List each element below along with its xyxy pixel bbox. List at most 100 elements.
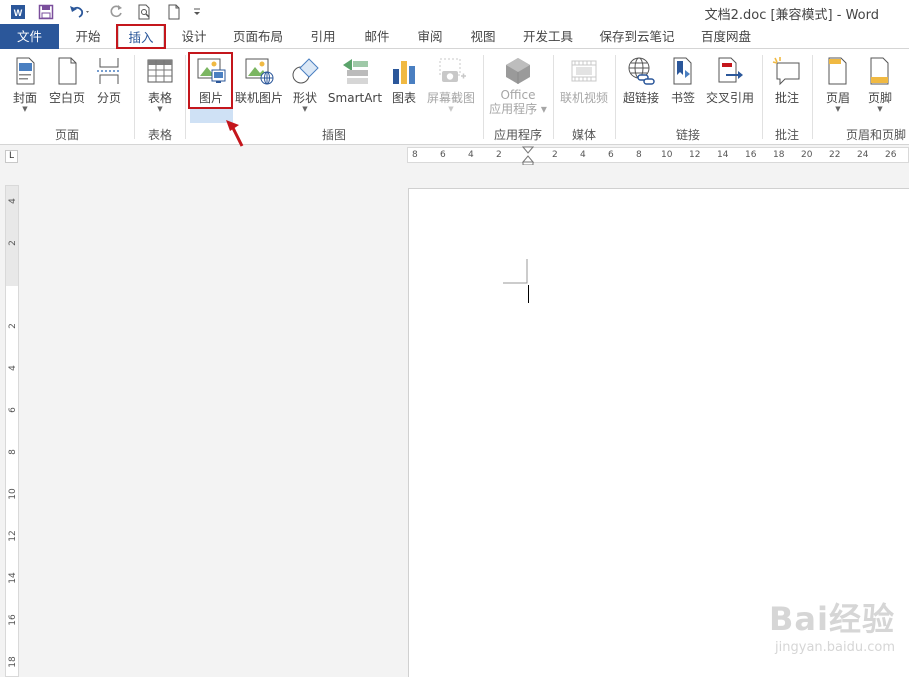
vertical-ruler[interactable]: 4 2 2 4 6 8 10 12 14 16 18 bbox=[5, 185, 19, 677]
smartart-icon bbox=[343, 59, 368, 84]
comment-button[interactable]: 批注 bbox=[767, 53, 807, 123]
page-break-button[interactable]: 分页 bbox=[90, 53, 128, 123]
print-preview-icon[interactable] bbox=[134, 2, 154, 22]
ruler-tick: 20 bbox=[801, 150, 813, 160]
undo-icon[interactable] bbox=[66, 2, 94, 22]
cover-page-button[interactable]: 封面 ▼ bbox=[6, 53, 44, 123]
group-separator bbox=[762, 55, 763, 139]
chevron-down-icon: ▼ bbox=[877, 105, 883, 113]
header-icon bbox=[828, 57, 847, 85]
screenshot-button[interactable]: 屏幕截图 ▼ bbox=[424, 53, 478, 123]
ruler-tick: 6 bbox=[440, 150, 446, 160]
group-label-apps: 应用程序 bbox=[493, 128, 542, 142]
office-apps-label: Office bbox=[500, 88, 536, 102]
page-break-icon bbox=[97, 58, 121, 84]
online-picture-icon bbox=[245, 58, 274, 85]
save-icon[interactable] bbox=[36, 2, 56, 22]
tab-references[interactable]: 引用 bbox=[302, 24, 344, 49]
ruler-tick: 2 bbox=[496, 150, 502, 160]
chart-label: 图表 bbox=[391, 91, 416, 105]
header-label: 页眉 bbox=[825, 91, 850, 105]
table-button[interactable]: 表格 ▼ bbox=[140, 53, 180, 123]
ruler-tick: 16 bbox=[745, 150, 757, 160]
ruler-tick: 8 bbox=[412, 150, 418, 160]
tab-review[interactable]: 审阅 bbox=[409, 24, 451, 49]
group-label-tables: 表格 bbox=[147, 128, 172, 142]
ruler-tick: 12 bbox=[8, 530, 18, 542]
ruler-tick: 8 bbox=[636, 150, 642, 160]
tab-view[interactable]: 视图 bbox=[462, 24, 504, 49]
cross-reference-icon bbox=[718, 57, 743, 83]
office-apps-icon bbox=[506, 58, 530, 84]
tab-design[interactable]: 设计 bbox=[174, 24, 214, 49]
ruler-tick: 24 bbox=[857, 150, 869, 160]
blank-page-button[interactable]: 空白页 bbox=[46, 53, 88, 123]
customize-qat-icon[interactable] bbox=[190, 2, 204, 22]
tab-file[interactable]: 文件 bbox=[0, 24, 59, 49]
online-video-button[interactable]: 联机视频 bbox=[557, 53, 611, 123]
footer-label: 页脚 bbox=[867, 91, 892, 105]
redo-icon[interactable] bbox=[106, 2, 126, 22]
tab-home[interactable]: 开始 bbox=[66, 24, 110, 49]
group-label-header-footer: 页眉和页脚 bbox=[846, 128, 907, 142]
ruler-tick: 12 bbox=[689, 150, 701, 160]
ruler-tick: 22 bbox=[829, 150, 841, 160]
shapes-button[interactable]: 形状 ▼ bbox=[286, 53, 324, 123]
online-picture-label: 联机图片 bbox=[234, 91, 283, 105]
new-document-icon[interactable] bbox=[164, 2, 184, 22]
smartart-label: SmartArt bbox=[327, 91, 383, 105]
group-label-links: 链接 bbox=[675, 128, 700, 142]
svg-text:W: W bbox=[14, 8, 23, 18]
ruler-tick: 2 bbox=[8, 323, 18, 329]
horizontal-ruler[interactable]: 8 6 4 2 2 4 6 8 10 12 14 16 18 20 22 24 … bbox=[407, 146, 909, 166]
picture-button-highlight-box bbox=[188, 52, 233, 109]
comment-label: 批注 bbox=[774, 91, 799, 105]
chart-button[interactable]: 图表 bbox=[386, 53, 422, 123]
online-picture-button[interactable]: 联机图片 bbox=[234, 53, 284, 123]
group-separator bbox=[483, 55, 484, 139]
table-icon bbox=[147, 59, 173, 83]
ruler-tick: 6 bbox=[608, 150, 614, 160]
ruler-tick: 26 bbox=[885, 150, 897, 160]
footer-button[interactable]: 页脚 ▼ bbox=[860, 53, 900, 123]
chevron-down-icon: ▼ bbox=[157, 105, 163, 113]
group-label-pages: 页面 bbox=[54, 128, 79, 142]
tab-save-to-cloud-note[interactable]: 保存到云笔记 bbox=[594, 24, 680, 49]
header-button[interactable]: 页眉 ▼ bbox=[818, 53, 858, 123]
watermark-brand: Bai经验 bbox=[769, 600, 895, 638]
document-page[interactable]: Bai经验 jingyan.baidu.com bbox=[408, 188, 909, 677]
shapes-icon bbox=[292, 58, 319, 84]
group-separator bbox=[615, 55, 616, 139]
group-separator bbox=[185, 55, 186, 139]
window-title: 文档2.doc [兼容模式] - Word bbox=[704, 8, 879, 23]
smartart-button[interactable]: SmartArt bbox=[327, 53, 383, 123]
chevron-down-icon: ▼ bbox=[448, 105, 454, 113]
group-label-illustrations: 插图 bbox=[321, 128, 346, 142]
hyperlink-icon bbox=[628, 57, 655, 85]
blank-page-label: 空白页 bbox=[48, 91, 85, 105]
ribbon-insert: 封面 ▼ 空白页 分页 页面 表格 ▼ 表格 图片 联机图片 形状 ▼ Smar… bbox=[0, 49, 909, 145]
hyperlink-button[interactable]: 超链接 bbox=[619, 53, 663, 123]
tab-developer[interactable]: 开发工具 bbox=[514, 24, 582, 49]
screenshot-label: 屏幕截图 bbox=[426, 91, 475, 105]
cover-page-label: 封面 bbox=[12, 91, 37, 105]
title-bar: W 文档2.doc [兼容模式] - Word bbox=[0, 0, 909, 24]
cross-reference-button[interactable]: 交叉引用 bbox=[703, 53, 757, 123]
office-apps-button[interactable]: Office 应用程序 ▾ bbox=[486, 53, 550, 123]
tab-mailings[interactable]: 邮件 bbox=[356, 24, 398, 49]
group-label-media: 媒体 bbox=[571, 128, 596, 142]
bookmark-button[interactable]: 书签 bbox=[666, 53, 700, 123]
indent-marker-icon[interactable] bbox=[522, 146, 534, 166]
group-separator bbox=[812, 55, 813, 139]
cross-reference-label: 交叉引用 bbox=[705, 91, 754, 105]
tab-page-layout[interactable]: 页面布局 bbox=[226, 24, 290, 49]
ruler-tick: 6 bbox=[8, 407, 18, 413]
chevron-down-icon: ▼ bbox=[302, 105, 308, 113]
bookmark-icon bbox=[673, 57, 692, 85]
ruler-tick: 4 bbox=[8, 365, 18, 371]
ruler-tick: 4 bbox=[580, 150, 586, 160]
ruler-bar: L 8 6 4 2 2 4 6 8 10 12 14 16 18 20 22 2… bbox=[0, 145, 909, 166]
tab-selector[interactable]: L bbox=[5, 150, 18, 163]
chart-icon bbox=[393, 61, 415, 84]
tab-baidu-netdisk[interactable]: 百度网盘 bbox=[692, 24, 760, 49]
